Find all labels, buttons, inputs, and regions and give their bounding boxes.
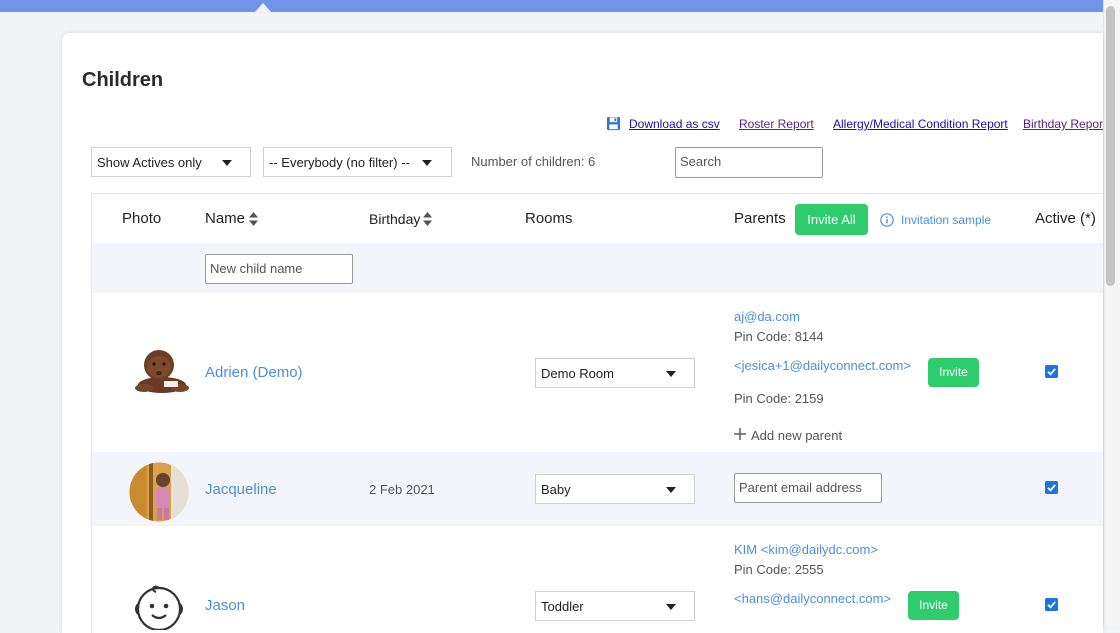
parent-email-placeholder: Parent email address	[739, 480, 862, 495]
invitation-sample-link[interactable]: Invitation sample	[901, 213, 991, 227]
parent-email[interactable]: <jesica+1@dailyconnect.com>	[734, 358, 911, 373]
top-bar-notch	[255, 3, 271, 12]
top-bar	[0, 0, 1103, 12]
parent-pin-code: Pin Code: 2159	[734, 391, 824, 406]
child-photo[interactable]	[129, 462, 189, 522]
room-select[interactable]: Baby	[535, 474, 695, 504]
invite-label: Invite	[939, 365, 968, 379]
children-count: Number of children: 6	[471, 154, 596, 169]
plus-icon[interactable]	[734, 428, 746, 440]
invite-button[interactable]: Invite	[928, 358, 979, 387]
parent-pin-code: Pin Code: 8144	[734, 329, 824, 344]
child-name-link[interactable]: Adrien (Demo)	[205, 364, 303, 381]
parent-email[interactable]: aj@da.com	[734, 309, 800, 324]
parent-email-input[interactable]: Parent email address	[734, 473, 882, 503]
status-filter-select[interactable]: Show Actives only	[91, 147, 251, 177]
chevron-down-icon	[422, 160, 432, 166]
child-photo[interactable]	[130, 343, 190, 395]
scrollbar-thumb[interactable]	[1106, 6, 1115, 286]
status-filter-value: Show Actives only	[97, 155, 202, 170]
group-filter-select[interactable]: -- Everybody (no filter) --	[263, 147, 452, 177]
children-panel: Children Download as csv Roster Report A…	[62, 33, 1103, 633]
download-csv-link[interactable]: Download as csv	[629, 117, 720, 131]
invite-all-label: Invite All	[807, 212, 856, 227]
roster-report-link[interactable]: Roster Report	[739, 117, 814, 131]
invite-all-button[interactable]: Invite All	[795, 204, 868, 235]
room-value: Demo Room	[541, 366, 614, 381]
floppy-disk-icon[interactable]	[606, 116, 621, 131]
add-new-parent-link[interactable]: Add new parent	[751, 428, 842, 443]
chevron-down-icon	[666, 604, 676, 610]
sort-icon[interactable]	[249, 212, 258, 226]
room-value: Toddler	[541, 599, 584, 614]
search-placeholder: Search	[680, 154, 722, 169]
invite-label: Invite	[919, 598, 948, 612]
info-icon[interactable]	[880, 213, 894, 227]
active-checkbox[interactable]	[1045, 481, 1058, 494]
sort-icon[interactable]	[423, 212, 432, 226]
parent-pin-code: Pin Code: 2555	[734, 562, 824, 577]
baby-face-icon[interactable]	[132, 582, 186, 630]
child-name-link[interactable]: Jason	[205, 597, 245, 614]
child-name-link[interactable]: Jacqueline	[205, 481, 277, 498]
room-select[interactable]: Toddler	[535, 591, 695, 621]
parent-email[interactable]: <hans@dailyconnect.com>	[734, 591, 891, 606]
active-checkbox[interactable]	[1045, 365, 1058, 378]
new-child-placeholder: New child name	[210, 261, 303, 276]
chevron-down-icon	[666, 487, 676, 493]
column-header-birthday[interactable]: Birthday	[369, 211, 420, 227]
column-header-parents: Parents	[734, 210, 786, 227]
chevron-down-icon	[666, 371, 676, 377]
column-header-active: Active (*)	[1035, 210, 1096, 227]
active-checkbox[interactable]	[1045, 598, 1058, 611]
room-value: Baby	[541, 482, 571, 497]
group-filter-value: -- Everybody (no filter) --	[269, 155, 410, 170]
column-header-name[interactable]: Name	[205, 210, 245, 227]
parent-email[interactable]: KIM <kim@dailydc.com>	[734, 542, 878, 557]
child-birthday: 2 Feb 2021	[369, 482, 435, 497]
room-select[interactable]: Demo Room	[535, 358, 695, 388]
birthday-report-link[interactable]: Birthday Report	[1023, 117, 1103, 131]
column-header-rooms: Rooms	[525, 210, 573, 227]
new-child-name-input[interactable]: New child name	[205, 254, 353, 284]
allergy-report-link[interactable]: Allergy/Medical Condition Report	[833, 117, 1008, 131]
chevron-down-icon	[222, 160, 232, 166]
column-header-photo: Photo	[122, 210, 162, 227]
search-input[interactable]: Search	[675, 147, 823, 178]
page-title: Children	[82, 69, 164, 91]
invite-button[interactable]: Invite	[908, 591, 959, 620]
